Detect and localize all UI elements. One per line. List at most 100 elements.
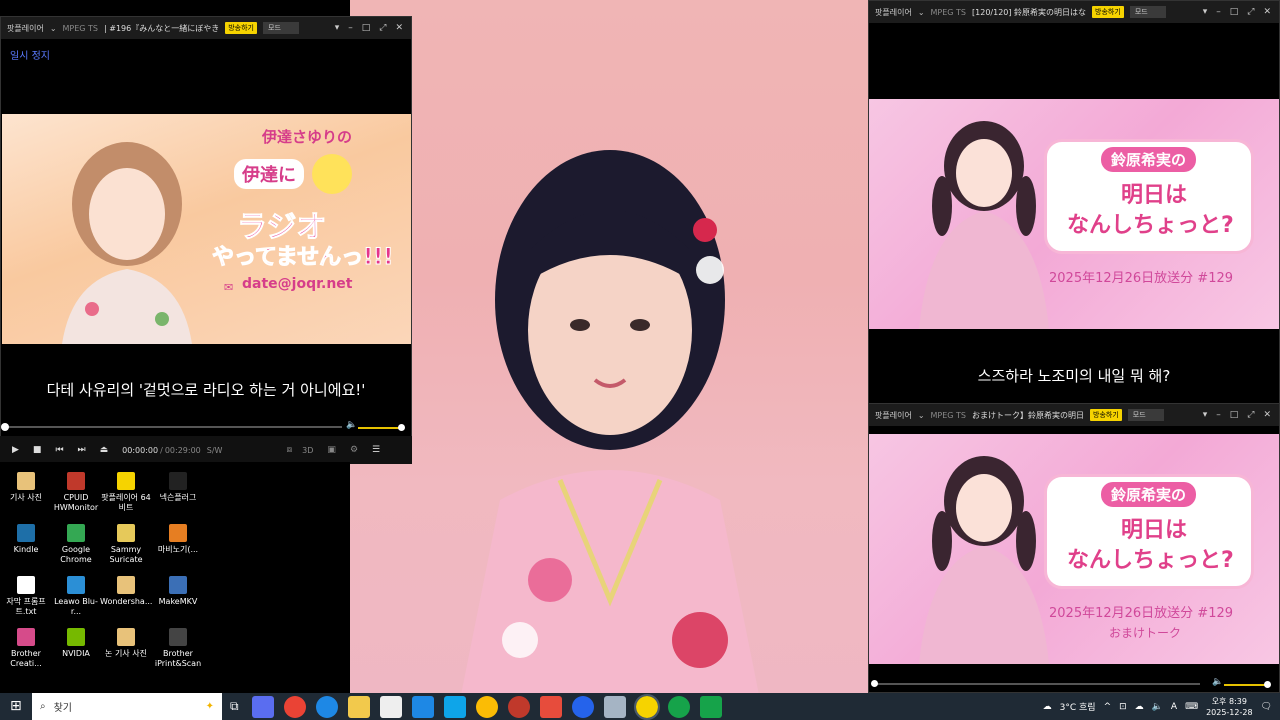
desktop-icon[interactable]: Sammy Suricate bbox=[100, 524, 152, 565]
speaker-icon[interactable]: 🔈 bbox=[1152, 702, 1163, 712]
mode-dropdown[interactable]: 모드 bbox=[1129, 6, 1166, 18]
right-seekbar[interactable] bbox=[871, 680, 1200, 687]
fullscreen-icon[interactable]: ⤢ bbox=[379, 23, 386, 33]
chrome-alt-icon[interactable] bbox=[475, 695, 498, 718]
player-brand[interactable]: 팟플레이어 bbox=[875, 7, 912, 18]
player-brand[interactable]: 팟플레이어 bbox=[875, 410, 912, 421]
maximize-icon[interactable]: □ bbox=[362, 23, 371, 33]
network-app-icon[interactable] bbox=[571, 695, 594, 718]
network-icon[interactable]: ⊡ bbox=[1119, 702, 1127, 712]
seek-handle[interactable] bbox=[871, 680, 878, 687]
mode-dropdown[interactable]: 모드 bbox=[263, 22, 299, 34]
right-bottom-video-frame[interactable]: 鈴原希実の 明日は なんしちょっと? 2025年12月26日放送分 #129 お… bbox=[869, 434, 1279, 664]
eject-icon[interactable]: ⏏ bbox=[100, 445, 109, 455]
photos-icon[interactable] bbox=[411, 695, 434, 718]
right-poster-portrait bbox=[919, 456, 1049, 664]
right-top-video-frame[interactable]: 鈴原希実の 明日は なんしちょっと? 2025年12月26日放送分 #129 bbox=[869, 99, 1279, 329]
maximize-icon[interactable]: □ bbox=[1230, 410, 1239, 420]
fullscreen-icon[interactable]: ⤢ bbox=[1247, 7, 1254, 17]
stop-icon[interactable]: ■ bbox=[33, 445, 42, 455]
close-icon[interactable]: ✕ bbox=[1263, 410, 1271, 420]
media-app-icon[interactable] bbox=[507, 695, 530, 718]
broadcast-button[interactable]: 방송하기 bbox=[225, 22, 257, 34]
playback-status: 일시 정지 bbox=[10, 51, 50, 62]
minimize-icon[interactable]: – bbox=[348, 23, 353, 33]
potplayer-taskbar-icon[interactable] bbox=[633, 693, 660, 720]
menu-icon[interactable]: ☰ bbox=[372, 445, 380, 455]
windows-start-icon[interactable]: ⊞ bbox=[10, 698, 22, 714]
broadcast-button[interactable]: 방송하기 bbox=[1092, 6, 1124, 18]
desktop-icon[interactable]: 자막 프롬프트.txt bbox=[0, 576, 52, 617]
excel-icon[interactable] bbox=[699, 695, 722, 718]
desktop-icon[interactable]: NVIDIA bbox=[50, 628, 102, 659]
volume-icon[interactable]: 🔈 bbox=[1212, 677, 1223, 687]
minimize-icon[interactable]: – bbox=[1216, 410, 1221, 420]
desktop-icon[interactable]: 팟플레이어 64 비트 bbox=[100, 472, 152, 513]
volume-icon[interactable]: 🔈 bbox=[346, 420, 357, 430]
right-top-titlebar[interactable]: 팟플레이어 ⌄ MPEG TS [120/120] 鈴原希実の明日はな 방송하기… bbox=[869, 1, 1279, 23]
desktop-icon[interactable]: 기사 사진 bbox=[0, 472, 52, 503]
broadcast-button[interactable]: 방송하기 bbox=[1090, 409, 1122, 421]
player-brand[interactable]: 팟플레이어 bbox=[7, 23, 44, 34]
ime-indicator[interactable]: A bbox=[1171, 702, 1177, 712]
left-seekbar[interactable] bbox=[1, 423, 342, 431]
desktop-icon[interactable]: Google Chrome bbox=[50, 524, 102, 565]
left-player-titlebar[interactable]: 팟플레이어 ⌄ MPEG TS | #196『みんなと一緒にぼやき 방송하기 모… bbox=[1, 17, 411, 39]
seek-handle[interactable] bbox=[1, 423, 9, 431]
notification-icon[interactable]: 🗨 bbox=[1261, 702, 1272, 712]
copilot-icon[interactable] bbox=[251, 695, 274, 718]
left-video-frame[interactable]: 伊達さゆりの 伊達に ラジオ やってませんっ!!! ✉ date@joqr.ne… bbox=[2, 114, 411, 344]
poster-date: 2025年12月26日放送分 #129 bbox=[1049, 271, 1234, 286]
mode-dropdown[interactable]: 모드 bbox=[1127, 409, 1164, 421]
volume-slider[interactable] bbox=[1224, 681, 1271, 688]
grid-app-icon[interactable] bbox=[539, 695, 562, 718]
torrent-icon[interactable] bbox=[667, 695, 690, 718]
desktop-icon[interactable]: 넥슨플러그 bbox=[152, 472, 204, 503]
previous-icon[interactable]: ⏮ bbox=[55, 445, 63, 455]
desktop-icon[interactable]: Wondersha... bbox=[100, 576, 152, 607]
pin-icon[interactable]: ▾ bbox=[335, 23, 340, 33]
keyboard-icon[interactable]: ⌨ bbox=[1185, 702, 1198, 712]
close-icon[interactable]: ✕ bbox=[395, 23, 403, 33]
gear-icon[interactable]: ⚙ bbox=[350, 445, 358, 455]
maximize-icon[interactable]: □ bbox=[1230, 7, 1239, 17]
file-explorer-icon[interactable] bbox=[347, 695, 370, 718]
notepad-icon[interactable] bbox=[603, 695, 626, 718]
pin-icon[interactable]: ▾ bbox=[1203, 410, 1208, 420]
screen-icon[interactable]: ▣ bbox=[327, 445, 336, 455]
weather-text[interactable]: 3°C 흐림 bbox=[1060, 700, 1096, 713]
desktop-icon[interactable]: Leawo Blu-r... bbox=[50, 576, 102, 617]
3d-icon[interactable]: 3D bbox=[302, 446, 313, 455]
play-icon[interactable]: ▶ bbox=[12, 445, 19, 455]
desktop-icon[interactable]: 논 기사 사진 bbox=[100, 628, 152, 659]
tray-chevron-icon[interactable]: ^ bbox=[1104, 702, 1112, 712]
pin-icon[interactable]: ▾ bbox=[1203, 7, 1208, 17]
chevron-down-icon[interactable]: ⌄ bbox=[50, 24, 57, 33]
desktop-icon[interactable]: Brother Creati... bbox=[0, 628, 52, 669]
desktop-icon[interactable]: Brother iPrint&Scan bbox=[152, 628, 204, 669]
time-mode[interactable]: S/W bbox=[207, 446, 223, 455]
desktop-icon[interactable]: 마비노기(... bbox=[152, 524, 204, 555]
task-view-icon[interactable]: ⧉ bbox=[230, 699, 239, 714]
close-icon[interactable]: ✕ bbox=[1263, 7, 1271, 17]
volume-slider[interactable] bbox=[358, 424, 405, 431]
chevron-down-icon[interactable]: ⌄ bbox=[918, 8, 925, 17]
weather-icon[interactable]: ☁ bbox=[1043, 702, 1052, 712]
clock[interactable]: 오후 8:39 2025-12-28 bbox=[1206, 696, 1253, 718]
desktop-icon[interactable]: MakeMKV bbox=[152, 576, 204, 607]
window-title: [120/120] 鈴原希実の明日はな bbox=[972, 7, 1087, 17]
desktop-icon[interactable]: CPUID HWMonitor bbox=[50, 472, 102, 513]
store-icon[interactable] bbox=[379, 695, 402, 718]
chevron-down-icon[interactable]: ⌄ bbox=[918, 411, 925, 420]
minimize-icon[interactable]: – bbox=[1216, 7, 1221, 17]
cloud-icon[interactable]: ☁ bbox=[1135, 702, 1144, 712]
windows-app-icon[interactable] bbox=[443, 695, 466, 718]
chrome-icon[interactable] bbox=[283, 695, 306, 718]
fullscreen-icon[interactable]: ⤢ bbox=[1247, 410, 1254, 420]
desktop-icon[interactable]: Kindle bbox=[0, 524, 52, 555]
search-box[interactable]: ⌕ 찾기 ✦ bbox=[32, 693, 222, 720]
vr-icon[interactable]: ⧈ bbox=[286, 445, 292, 455]
edge-icon[interactable] bbox=[315, 695, 338, 718]
next-icon[interactable]: ⏭ bbox=[78, 445, 86, 455]
right-bottom-titlebar[interactable]: 팟플레이어 ⌄ MPEG TS おまけトーク】鈴原希実の明日 방송하기 모드 ▾… bbox=[869, 404, 1279, 426]
